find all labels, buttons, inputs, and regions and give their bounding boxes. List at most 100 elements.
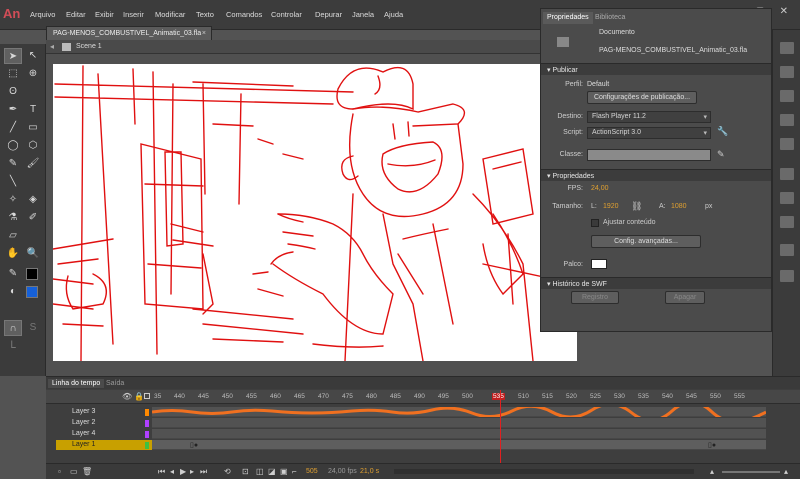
- advanced-settings-button[interactable]: Config. avançadas...: [591, 235, 701, 248]
- step-forward-icon[interactable]: ▸: [190, 467, 194, 476]
- target-select[interactable]: Flash Player 11.2 ▾: [587, 111, 711, 123]
- hand-tool-icon[interactable]: ✋: [4, 246, 22, 262]
- play-icon[interactable]: ▶: [180, 467, 186, 476]
- menu-arquivo[interactable]: Arquivo: [30, 10, 55, 19]
- subselection-tool-icon[interactable]: ↖: [24, 48, 42, 64]
- bone-tool-icon[interactable]: ✧: [4, 192, 22, 208]
- stage-color-swatch[interactable]: [591, 259, 607, 269]
- outline-icon[interactable]: [144, 393, 150, 399]
- rectangle-tool-icon[interactable]: ▭: [24, 120, 42, 136]
- layer-row-label[interactable]: Layer 3: [56, 407, 152, 417]
- layer-frames[interactable]: [152, 429, 766, 439]
- fit-content-checkbox[interactable]: [591, 219, 599, 227]
- ink-bottle-tool-icon[interactable]: ⚗: [4, 210, 22, 226]
- menu-texto[interactable]: Texto: [196, 10, 214, 19]
- polystar-tool-icon[interactable]: ⬡: [24, 138, 42, 154]
- zoom-in-icon[interactable]: ▴: [784, 467, 788, 476]
- straighten-icon[interactable]: ᒪ: [4, 338, 22, 354]
- smooth-icon[interactable]: S: [24, 320, 42, 336]
- scene-label[interactable]: Scene 1: [76, 43, 102, 50]
- playhead-line[interactable]: [500, 390, 501, 463]
- horizontal-scrollbar[interactable]: [394, 469, 694, 474]
- menu-comandos[interactable]: Comandos: [226, 10, 262, 19]
- swf-clear-button[interactable]: Apagar: [665, 291, 705, 304]
- frame-ruler[interactable]: 👁 🔒 35 440 445 450 455 460 465 470 475 4…: [46, 390, 800, 404]
- loop-icon[interactable]: ⟲: [224, 467, 231, 476]
- tab-properties[interactable]: Propriedades: [543, 12, 593, 24]
- fill-color-swatch[interactable]: [26, 286, 38, 298]
- link-icon[interactable]: ⛓: [631, 201, 642, 212]
- panel-icon-10[interactable]: [780, 270, 794, 282]
- oval-tool-icon[interactable]: ◯: [4, 138, 22, 154]
- text-tool-icon[interactable]: T: [24, 102, 42, 118]
- onion-skin-icon[interactable]: ◫: [256, 467, 264, 476]
- menu-depurar[interactable]: Depurar: [315, 10, 342, 19]
- document-tab[interactable]: PAG-MENOS_COMBUSTIVEL_Animatic_03.fla ×: [46, 26, 212, 40]
- layer-frames[interactable]: [151, 400, 767, 423]
- panel-icon-8[interactable]: [780, 216, 794, 228]
- panel-icon-9[interactable]: [780, 244, 794, 256]
- back-arrow-icon[interactable]: ◂: [50, 42, 54, 51]
- step-back-icon[interactable]: ◂: [170, 467, 174, 476]
- delete-layer-icon[interactable]: 🗑: [82, 467, 92, 476]
- time-display[interactable]: 21,0 s: [360, 468, 379, 475]
- pen-tool-icon[interactable]: ✒: [4, 102, 22, 118]
- panel-icon-3[interactable]: [780, 90, 794, 102]
- eraser-tool-icon[interactable]: ▱: [4, 228, 22, 244]
- fps-display[interactable]: 24,00 fps: [328, 468, 357, 475]
- menu-exibir[interactable]: Exibir: [95, 10, 114, 19]
- publish-settings-button[interactable]: Configurações de publicação...: [587, 91, 697, 104]
- layer-row-label-selected[interactable]: Layer 1: [56, 440, 152, 450]
- fill-color-icon[interactable]: ◐: [4, 284, 22, 300]
- panel-icon-1[interactable]: [780, 42, 794, 54]
- menu-editar[interactable]: Editar: [66, 10, 86, 19]
- current-frame[interactable]: 505: [306, 468, 318, 475]
- snap-to-objects-icon[interactable]: ∩: [4, 320, 22, 336]
- class-input[interactable]: [587, 149, 711, 161]
- layer-row-label[interactable]: Layer 2: [56, 418, 152, 428]
- onion-outline-icon[interactable]: ◪: [268, 467, 276, 476]
- menu-ajuda[interactable]: Ajuda: [384, 10, 403, 19]
- edit-multiple-icon[interactable]: ▣: [280, 467, 288, 476]
- eye-icon[interactable]: 👁: [122, 392, 132, 401]
- panel-icon-2[interactable]: [780, 66, 794, 78]
- stroke-color-swatch[interactable]: [26, 268, 38, 280]
- last-frame-icon[interactable]: ⏭: [200, 467, 207, 477]
- panel-icon-6[interactable]: [780, 168, 794, 180]
- tab-library[interactable]: Biblioteca: [591, 12, 629, 24]
- close-icon[interactable]: ×: [202, 30, 206, 37]
- 3d-rotation-tool-icon[interactable]: ⊕: [24, 66, 42, 82]
- panel-icon-7[interactable]: [780, 192, 794, 204]
- markers-icon[interactable]: ⌐: [292, 467, 297, 476]
- new-layer-icon[interactable]: ▫: [58, 467, 61, 476]
- swf-log-button[interactable]: Registro: [571, 291, 619, 304]
- zoom-tool-icon[interactable]: 🔍: [24, 246, 42, 262]
- tab-timeline[interactable]: Linha do tempo: [48, 379, 105, 388]
- eyedropper-tool-icon[interactable]: ✐: [24, 210, 42, 226]
- section-swf-history[interactable]: ▾ Histórico de SWF: [541, 277, 771, 289]
- keyframe-icon[interactable]: ▯●: [190, 441, 198, 449]
- lock-icon[interactable]: 🔒: [134, 392, 144, 401]
- panel-icon-5[interactable]: [780, 138, 794, 150]
- paint-bucket-tool-icon[interactable]: ◈: [24, 192, 42, 208]
- wrench-icon[interactable]: 🔧: [717, 126, 728, 137]
- layer-color-swatch[interactable]: [145, 409, 149, 416]
- layer-color-swatch[interactable]: [145, 420, 149, 427]
- tab-output[interactable]: Saída: [102, 379, 128, 388]
- center-frame-icon[interactable]: ⊡: [242, 467, 249, 476]
- layer-frames[interactable]: [152, 418, 766, 428]
- width-value[interactable]: 1920: [603, 203, 619, 210]
- brush-tool-icon[interactable]: 🖌: [24, 156, 42, 172]
- menu-inserir[interactable]: Inserir: [123, 10, 144, 19]
- stroke-color-icon[interactable]: ✎: [4, 266, 22, 282]
- zoom-out-icon[interactable]: ▴: [710, 467, 714, 476]
- section-properties[interactable]: ▾ Propriedades: [541, 169, 771, 181]
- keyframe-icon[interactable]: ▯●: [708, 441, 716, 449]
- new-folder-icon[interactable]: ▭: [70, 467, 78, 476]
- pencil-tool-icon[interactable]: ✎: [4, 156, 22, 172]
- lasso-tool-icon[interactable]: ʘ: [4, 84, 22, 100]
- paint-brush-tool-icon[interactable]: ╲: [4, 174, 22, 190]
- stage-canvas[interactable]: [53, 64, 577, 361]
- playhead-frame-number[interactable]: 535: [492, 393, 505, 400]
- first-frame-icon[interactable]: ⏮: [158, 467, 165, 477]
